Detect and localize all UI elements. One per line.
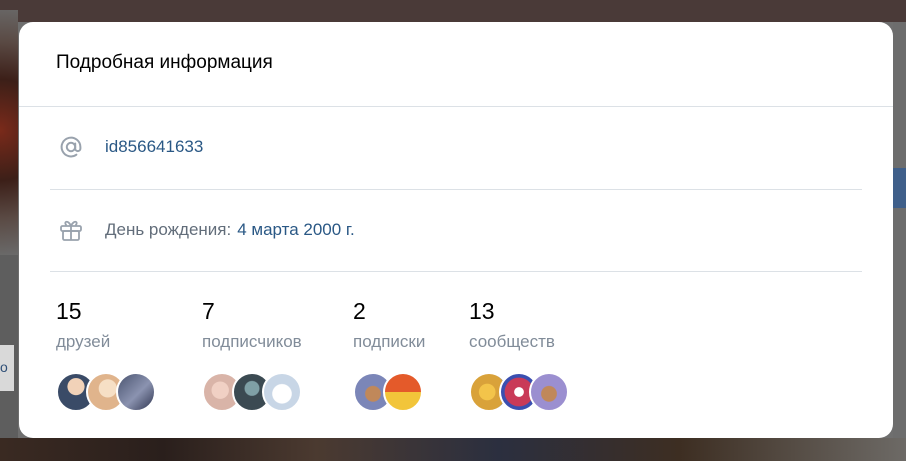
communities-avatars: [469, 372, 569, 412]
details-modal: Подробная информация id856641633 День ро…: [19, 22, 893, 438]
friends-avatars: [56, 372, 156, 412]
avatar[interactable]: [383, 372, 423, 412]
followers-count: 7: [202, 298, 215, 324]
background-photos: [0, 438, 906, 461]
birthday-row: День рождения: 4 марта 2000 г.: [56, 215, 355, 245]
modal-header: Подробная информация: [19, 22, 893, 107]
avatar[interactable]: [262, 372, 302, 412]
friends-count: 15: [56, 298, 82, 324]
divider: [50, 189, 862, 190]
background-profile-photo: [0, 10, 18, 255]
divider: [50, 271, 862, 272]
subscriptions-count: 2: [353, 298, 366, 324]
subscriptions-avatars: [353, 372, 423, 412]
avatar[interactable]: [116, 372, 156, 412]
background-glyph: о: [0, 359, 8, 375]
background-right-strip: [893, 22, 906, 461]
background-header: [0, 0, 906, 22]
at-icon: [56, 132, 86, 162]
username-link[interactable]: id856641633: [105, 137, 203, 157]
counter-subscriptions[interactable]: 2 подписки: [353, 298, 426, 412]
background-panel: о: [0, 345, 14, 391]
counter-friends[interactable]: 15 друзей: [56, 298, 156, 412]
counter-followers[interactable]: 7 подписчиков: [202, 298, 302, 412]
friends-label: друзей: [56, 332, 111, 351]
username-row: id856641633: [56, 132, 203, 162]
communities-label: сообществ: [469, 332, 555, 351]
gift-icon: [56, 215, 86, 245]
followers-label: подписчиков: [202, 332, 302, 351]
subscriptions-label: подписки: [353, 332, 426, 351]
birthday-label: День рождения:: [105, 220, 232, 239]
followers-avatars: [202, 372, 302, 412]
avatar[interactable]: [529, 372, 569, 412]
birthday-value[interactable]: 4 марта 2000 г.: [237, 220, 355, 240]
modal-title: Подробная информация: [56, 52, 273, 73]
counter-communities[interactable]: 13 сообществ: [469, 298, 569, 412]
communities-count: 13: [469, 298, 495, 324]
